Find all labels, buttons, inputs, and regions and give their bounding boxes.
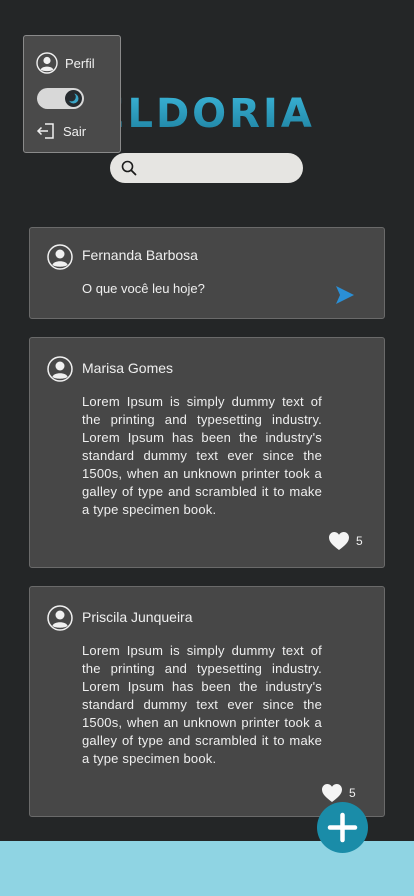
post-author: Marisa Gomes [82, 360, 174, 376]
search-icon[interactable] [121, 160, 137, 176]
avatar [47, 605, 73, 631]
menu-item-profile[interactable]: Perfil [36, 52, 95, 74]
logo-text: ELDORIA [97, 91, 315, 137]
menu-logout-label: Sair [63, 123, 87, 139]
like-button[interactable]: 5 [328, 531, 363, 551]
composer-author: Fernanda Barbosa [82, 247, 198, 263]
dark-mode-toggle[interactable] [37, 88, 84, 109]
avatar [47, 356, 73, 382]
add-post-button[interactable] [317, 802, 368, 853]
like-count: 5 [349, 786, 356, 800]
avatar [47, 244, 73, 270]
like-button[interactable]: 5 [321, 783, 356, 803]
heart-icon [322, 784, 342, 802]
user-menu: Perfil Sair [23, 35, 121, 153]
post-composer: Fernanda Barbosa O que você leu hoje? [29, 227, 385, 319]
composer-prompt[interactable]: O que você leu hoje? [82, 281, 205, 296]
plus-icon [327, 812, 358, 843]
logout-icon [36, 123, 54, 139]
moon-icon [67, 92, 79, 104]
post-text: Lorem Ipsum is simply dummy text of the … [82, 643, 322, 766]
post-card: Priscila Junqueira Lorem Ipsum is simply… [29, 586, 385, 817]
search-bar[interactable] [110, 153, 303, 183]
post-author: Priscila Junqueira [82, 609, 193, 625]
send-icon[interactable] [334, 284, 356, 306]
menu-profile-label: Perfil [65, 55, 95, 71]
like-count: 5 [356, 534, 363, 548]
post-card: Marisa Gomes Lorem Ipsum is simply dummy… [29, 337, 385, 568]
toggle-knob [65, 90, 82, 107]
post-text: Lorem Ipsum is simply dummy text of the … [82, 394, 322, 517]
search-input[interactable] [145, 157, 295, 179]
menu-item-logout[interactable]: Sair [36, 122, 86, 140]
user-circle-icon [36, 52, 58, 74]
heart-icon [329, 532, 349, 550]
